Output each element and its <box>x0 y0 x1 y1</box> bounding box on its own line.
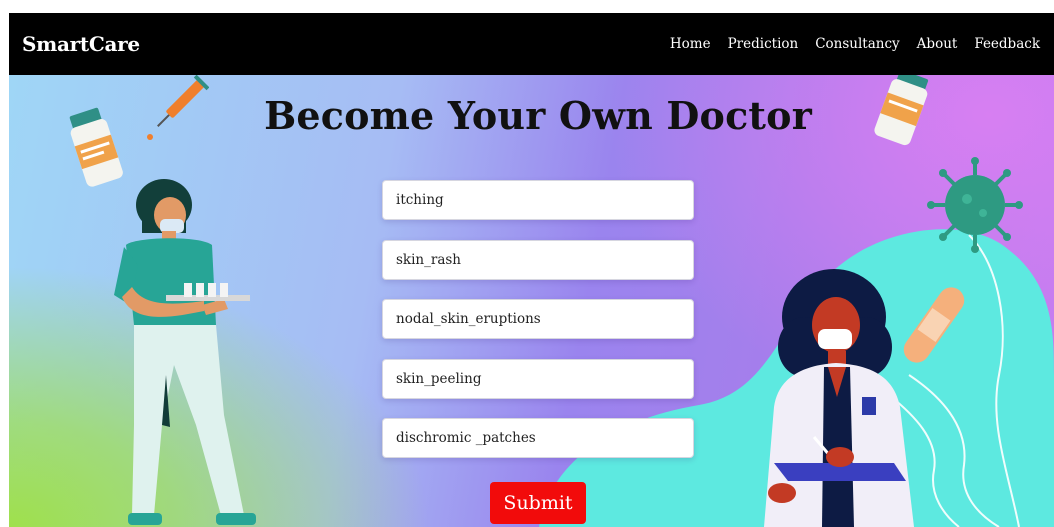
navbar: SmartCare Home Prediction Consultancy Ab… <box>9 13 1054 75</box>
symptom-field-5[interactable] <box>382 418 694 458</box>
nav-link-prediction[interactable]: Prediction <box>728 36 799 52</box>
nav-link-home[interactable]: Home <box>670 36 711 52</box>
nav-link-consultancy[interactable]: Consultancy <box>815 36 899 52</box>
doctor-illustration <box>764 269 914 527</box>
nav-link-about[interactable]: About <box>917 36 958 52</box>
virus-icon <box>927 157 1023 253</box>
nurse-illustration <box>114 179 256 525</box>
symptom-field-4[interactable] <box>382 359 694 399</box>
submit-button[interactable]: Submit <box>490 482 586 524</box>
brand-logo[interactable]: SmartCare <box>22 32 140 56</box>
page-title: Become Your Own Doctor <box>264 93 812 138</box>
symptom-field-1[interactable] <box>382 180 694 220</box>
symptom-field-2[interactable] <box>382 240 694 280</box>
nav-link-feedback[interactable]: Feedback <box>974 36 1040 52</box>
page-frame: SmartCare Home Prediction Consultancy Ab… <box>9 13 1054 527</box>
hero-section: Become Your Own Doctor Submit <box>9 75 1054 527</box>
nav-links: Home Prediction Consultancy About Feedba… <box>670 36 1040 52</box>
symptom-field-3[interactable] <box>382 299 694 339</box>
